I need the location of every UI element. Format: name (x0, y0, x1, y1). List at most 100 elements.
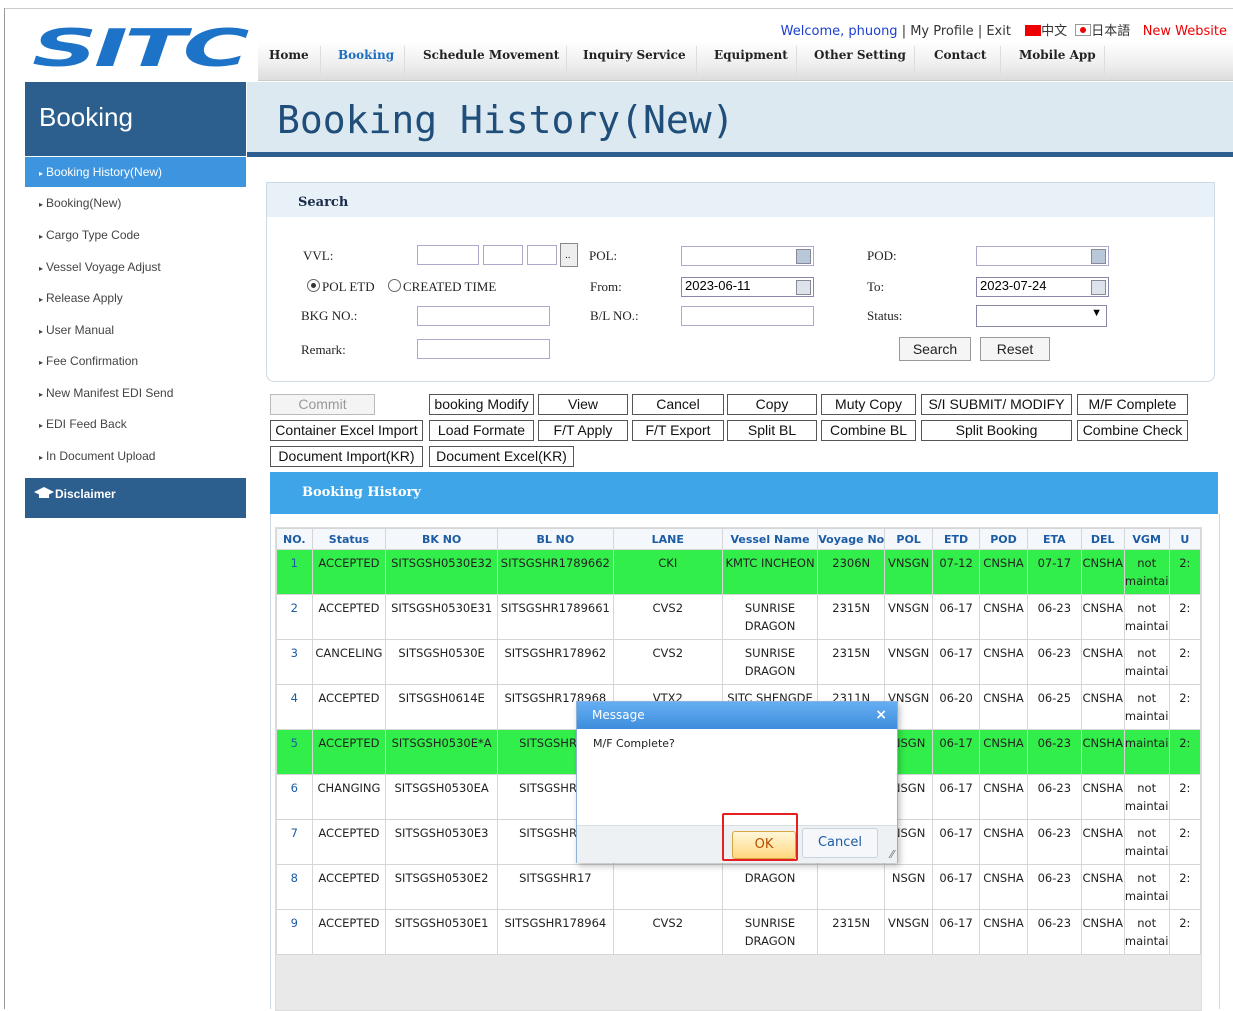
column-header[interactable]: LANE (612, 528, 723, 550)
lang-chinese-link[interactable]: 中文 (1041, 24, 1067, 39)
cell-no: 4 (276, 684, 313, 730)
to-date-input[interactable]: 2023-07-24 (976, 277, 1109, 297)
load-formate-button[interactable]: Load Formate (429, 420, 534, 441)
nav-booking[interactable]: Booking (338, 48, 394, 62)
sidebar-item-user-manual[interactable]: ▸ User Manual (25, 315, 246, 345)
column-header[interactable]: DEL (1080, 528, 1125, 550)
vvl-direction-input[interactable] (527, 245, 557, 265)
vvl-lookup-button[interactable]: .. (560, 243, 578, 267)
document-import-kr-button[interactable]: Document Import(KR) (270, 446, 423, 467)
bkg-no-input[interactable] (417, 306, 550, 326)
disclaimer-panel[interactable]: Disclaimer (25, 478, 246, 518)
sidebar-item-edi-feed-back[interactable]: ▸ EDI Feed Back (25, 409, 246, 439)
muty-copy-button[interactable]: Muty Copy (821, 394, 916, 415)
table-row[interactable]: 2 ACCEPTED SITSGSH0530E31 SITSGSHR1789661 CV… (276, 594, 1201, 640)
nav-other-setting[interactable]: Other Setting (814, 48, 906, 62)
column-header[interactable]: VGM (1123, 528, 1170, 550)
reset-button[interactable]: Reset (980, 337, 1050, 361)
cell-del: CNSHA (1080, 639, 1125, 685)
japan-flag-icon[interactable] (1075, 24, 1092, 36)
view-button[interactable]: View (538, 394, 628, 415)
calendar-icon[interactable] (1091, 280, 1106, 295)
lang-japanese-link[interactable]: 日本語 (1091, 24, 1130, 39)
my-profile-link[interactable]: My Profile (910, 24, 973, 39)
nav-inquiry-service[interactable]: Inquiry Service (583, 48, 686, 62)
commit-button[interactable]: Commit (270, 394, 375, 415)
column-header[interactable]: NO. (276, 528, 313, 550)
table-row[interactable]: 3 CANCELING SITSGSH0530E SITSGSHR178962 CVS2… (276, 639, 1201, 685)
cell-u: 2: (1168, 549, 1201, 595)
china-flag-icon[interactable] (1025, 25, 1042, 36)
sidebar-item-fee-confirmation[interactable]: ▸ Fee Confirmation (25, 346, 246, 376)
sitc-logo[interactable]: SITC (30, 22, 250, 72)
sidebar-item-booking-history[interactable]: ▸ Booking History(New) (25, 157, 246, 187)
column-header[interactable]: Vessel Name (721, 528, 819, 550)
mf-complete-button[interactable]: M/F Complete (1077, 394, 1188, 415)
cell-no: 9 (276, 909, 313, 955)
booking-modify-button[interactable]: booking Modify (429, 394, 534, 415)
cell-status: ACCEPTED (311, 594, 387, 640)
arrow-right-icon: ▸ (39, 169, 44, 178)
nav-mobile-app[interactable]: Mobile App (1019, 48, 1096, 62)
dialog-cancel-button[interactable]: Cancel (802, 828, 878, 858)
table-row[interactable]: 1 ACCEPTED SITSGSH0530E32 SITSGSHR1789662 CK… (276, 549, 1201, 595)
nav-home[interactable]: Home (269, 48, 309, 62)
lookup-icon[interactable] (1091, 249, 1106, 264)
radio-pol-etd[interactable]: POL ETD (307, 279, 375, 295)
column-header[interactable]: BK NO (385, 528, 498, 550)
nav-contact[interactable]: Contact (934, 48, 986, 62)
column-header[interactable]: POL (884, 528, 933, 550)
column-header[interactable]: U (1168, 528, 1201, 550)
cancel-button[interactable]: Cancel (632, 394, 724, 415)
sidebar-item-booking-new[interactable]: ▸ Booking(New) (25, 188, 246, 218)
vvl-voyage-input[interactable] (483, 245, 523, 265)
table-row[interactable]: 8 ACCEPTED SITSGSH0530E2 SITSGSHR17 DRAGON NS… (276, 864, 1201, 910)
new-website-link[interactable]: New Website (1143, 24, 1227, 39)
copy-button[interactable]: Copy (727, 394, 817, 415)
nav-equipment[interactable]: Equipment (714, 48, 788, 62)
combine-check-button[interactable]: Combine Check (1077, 420, 1188, 441)
radio-created-time[interactable]: CREATED TIME (388, 279, 496, 295)
ft-export-button[interactable]: F/T Export (632, 420, 724, 441)
nav-schedule-movement[interactable]: Schedule Movement (423, 48, 559, 62)
column-header[interactable]: ETD (931, 528, 981, 550)
column-header[interactable]: Voyage No (817, 528, 886, 550)
pod-input[interactable] (976, 246, 1109, 266)
document-excel-kr-button[interactable]: Document Excel(KR) (429, 446, 574, 467)
column-header[interactable]: ETA (1026, 528, 1082, 550)
combine-bl-button[interactable]: Combine BL (821, 420, 916, 441)
bl-no-input[interactable] (681, 306, 814, 326)
cell-vessel: SUNRISE DRAGON (721, 639, 819, 685)
sidebar-item-label: New Manifest EDI Send (46, 386, 174, 400)
status-select[interactable]: ▼ (976, 305, 1107, 327)
sidebar-item-vessel-voyage-adjust[interactable]: ▸ Vessel Voyage Adjust (25, 252, 246, 282)
split-booking-button[interactable]: Split Booking (921, 420, 1072, 441)
remark-input[interactable] (417, 339, 550, 359)
radio-unselected-icon[interactable] (388, 279, 401, 292)
column-header[interactable]: Status (311, 528, 387, 550)
column-header[interactable]: POD (979, 528, 1028, 550)
search-button[interactable]: Search (899, 337, 971, 361)
cell-pol: VNSGN (884, 594, 933, 640)
dialog-titlebar[interactable]: Message × (577, 702, 897, 729)
lookup-icon[interactable] (796, 249, 811, 264)
close-icon[interactable]: × (875, 702, 887, 729)
vvl-vessel-input[interactable] (417, 245, 479, 265)
sidebar-item-release-apply[interactable]: ▸ Release Apply (25, 283, 246, 313)
from-date-input[interactable]: 2023-06-11 (681, 277, 814, 297)
resize-grip-icon[interactable]: ⁄⁄ (890, 848, 894, 861)
si-submit-modify-button[interactable]: S/I SUBMIT/ MODIFY (921, 394, 1072, 415)
calendar-icon[interactable] (796, 280, 811, 295)
sidebar-item-in-document-upload[interactable]: ▸ In Document Upload (25, 441, 246, 471)
cell-pod: CNSHA (979, 774, 1028, 820)
sidebar-item-new-manifest-edi-send[interactable]: ▸ New Manifest EDI Send (25, 378, 246, 408)
sidebar-item-cargo-type-code[interactable]: ▸ Cargo Type Code (25, 220, 246, 250)
split-bl-button[interactable]: Split BL (727, 420, 817, 441)
ft-apply-button[interactable]: F/T Apply (538, 420, 628, 441)
pol-input[interactable] (681, 246, 814, 266)
radio-selected-icon[interactable] (307, 279, 320, 292)
table-row[interactable]: 9 ACCEPTED SITSGSH0530E1 SITSGSHR178964 CVS2… (276, 909, 1201, 955)
exit-link[interactable]: Exit (986, 24, 1011, 39)
container-excel-import-button[interactable]: Container Excel Import (270, 420, 423, 441)
column-header[interactable]: BL NO (496, 528, 614, 550)
